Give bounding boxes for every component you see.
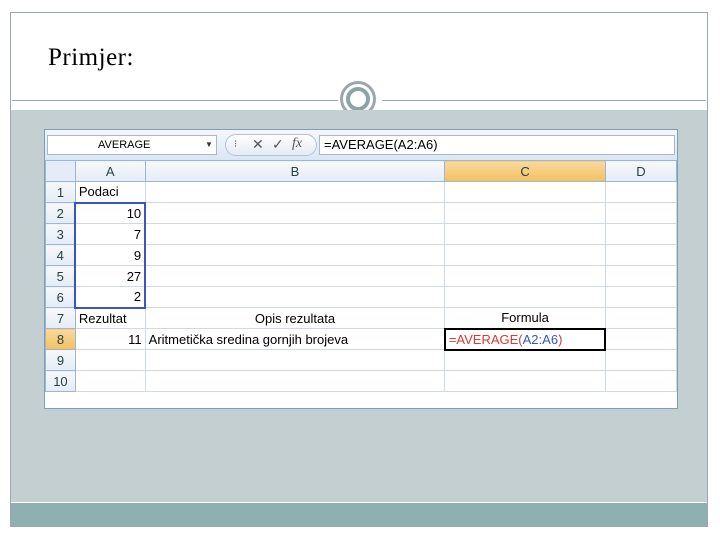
cell-b5[interactable] (144, 265, 446, 287)
formula-range-text: A2:A6 (522, 331, 559, 347)
select-all-corner[interactable] (45, 160, 76, 182)
cell-c8-active[interactable]: =AVERAGE(A2:A6) (443, 327, 607, 351)
cell-c10[interactable] (444, 370, 606, 392)
cell-d9[interactable] (604, 349, 677, 371)
cell-b4[interactable] (144, 244, 446, 266)
cell-c6[interactable] (444, 286, 606, 308)
cell-c7[interactable]: Formula (444, 307, 606, 329)
cell-a2[interactable]: 10 (74, 201, 147, 224)
cell-d5[interactable] (604, 265, 677, 287)
row-header-10[interactable]: 10 (45, 370, 76, 392)
cell-c9[interactable] (444, 349, 606, 371)
cell-a10[interactable] (74, 370, 146, 392)
row-header-1[interactable]: 1 (45, 181, 76, 203)
formula-input[interactable]: =AVERAGE(A2:A6) (319, 135, 675, 155)
cell-b10[interactable] (144, 370, 446, 392)
row-header-9[interactable]: 9 (45, 349, 76, 371)
cell-a5[interactable]: 27 (74, 265, 147, 287)
cell-b9[interactable] (144, 349, 446, 371)
formula-close-paren: ) (558, 331, 563, 347)
cell-d2[interactable] (604, 202, 677, 224)
cell-c3[interactable] (444, 223, 606, 245)
cell-d6[interactable] (604, 286, 677, 308)
cell-c2[interactable] (444, 202, 606, 224)
function-icon[interactable]: fx (292, 136, 302, 152)
row-header-8[interactable]: 8 (45, 328, 76, 350)
row-header-7[interactable]: 7 (45, 307, 76, 329)
slide-title: Primjer: (48, 44, 134, 71)
cell-d8[interactable] (604, 328, 677, 350)
cell-b1[interactable] (144, 181, 446, 203)
cell-b3[interactable] (144, 223, 446, 245)
footer-band (11, 503, 707, 526)
cell-b2[interactable] (144, 202, 446, 224)
row-header-2[interactable]: 2 (45, 202, 76, 224)
name-box[interactable]: AVERAGE (47, 135, 217, 155)
formula-function-text: =AVERAGE( (448, 331, 523, 347)
formula-bar: AVERAGE ▼ ⁝ ✕ ✓ fx =AVERAGE(A2:A6) (45, 130, 677, 161)
cell-b7[interactable]: Opis rezultata (144, 307, 446, 329)
cell-d1[interactable] (604, 181, 677, 203)
cell-a1[interactable]: Podaci (74, 181, 146, 203)
title-divider-left (12, 100, 338, 101)
cell-a4[interactable]: 9 (74, 244, 147, 266)
enter-icon[interactable]: ✓ (272, 136, 284, 153)
cell-a6[interactable]: 2 (74, 286, 147, 309)
cell-b6[interactable] (144, 286, 446, 308)
row-header-5[interactable]: 5 (45, 265, 76, 287)
cell-b8[interactable]: Aritmetička sredina gornjih brojeva (144, 328, 446, 350)
column-header-b[interactable]: B (144, 160, 446, 182)
row-header-6[interactable]: 6 (45, 286, 76, 308)
cell-d10[interactable] (604, 370, 677, 392)
name-box-dropdown-icon[interactable]: ▼ (205, 140, 213, 149)
separator-dots-icon: ⁝ (234, 139, 238, 150)
column-header-a[interactable]: A (74, 160, 146, 182)
row-header-3[interactable]: 3 (45, 223, 76, 245)
column-header-d[interactable]: D (604, 160, 677, 182)
cell-a8[interactable]: 11 (74, 328, 146, 350)
formula-buttons: ⁝ ✕ ✓ fx (225, 134, 317, 156)
row-header-4[interactable]: 4 (45, 244, 76, 266)
cell-c5[interactable] (444, 265, 606, 287)
cell-a9[interactable] (74, 349, 146, 371)
column-header-c[interactable]: C (444, 160, 606, 182)
cell-d4[interactable] (604, 244, 677, 266)
cell-d3[interactable] (604, 223, 677, 245)
cell-c4[interactable] (444, 244, 606, 266)
excel-screenshot: AVERAGE ▼ ⁝ ✕ ✓ fx =AVERAGE(A2:A6) A B C… (44, 129, 678, 409)
cell-c1[interactable] (444, 181, 606, 203)
cell-a7[interactable]: Rezultat (74, 307, 146, 329)
cancel-icon[interactable]: ✕ (252, 136, 264, 153)
cell-a3[interactable]: 7 (74, 223, 147, 245)
spreadsheet-grid: A B C D 1 Podaci 2 10 3 7 4 9 5 27 6 2 7… (45, 160, 677, 392)
cell-d7[interactable] (604, 307, 677, 329)
title-divider-right (382, 100, 706, 101)
